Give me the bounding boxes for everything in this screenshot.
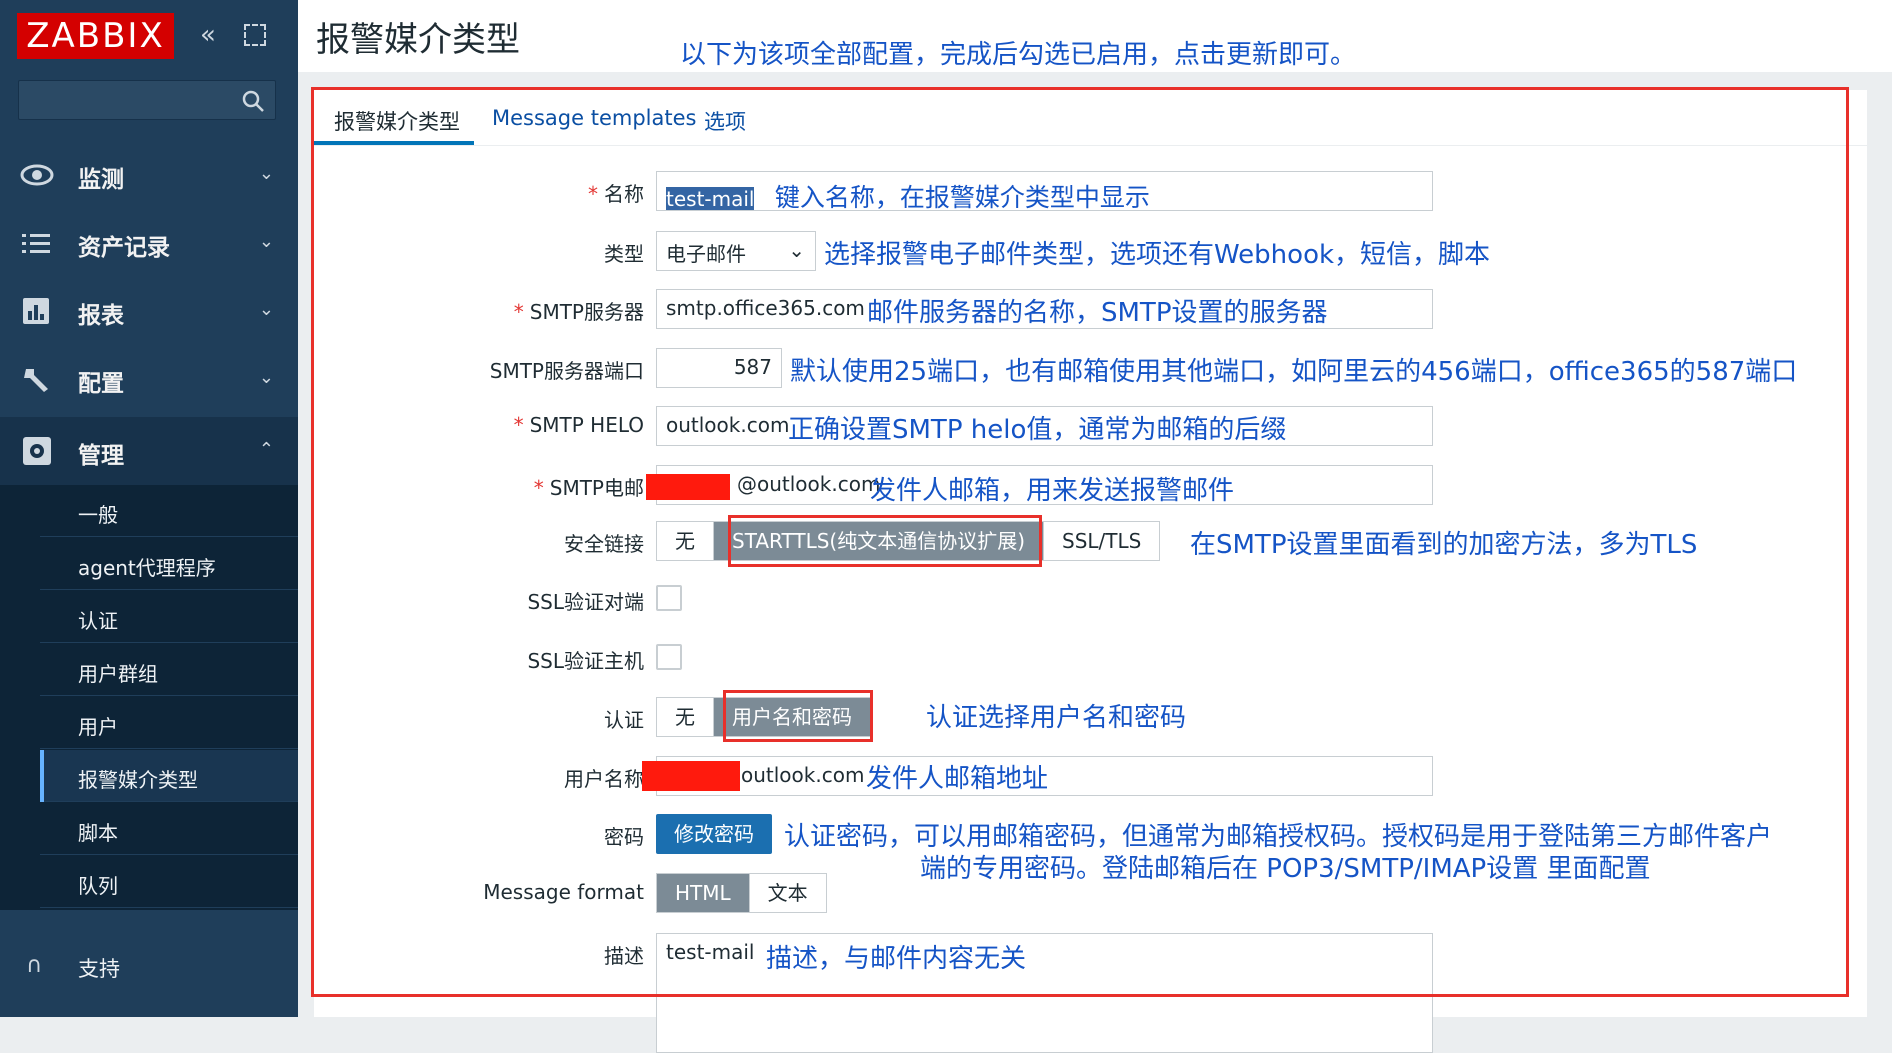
bar-chart-icon [23,298,49,324]
chevron-down-icon: ⌄ [258,299,274,320]
nav-support-label: 支持 [78,957,120,981]
submenu-user-groups[interactable]: 用户群组 [40,644,298,696]
gear-icon [23,437,51,465]
nav-monitoring-label: 监测 [78,167,124,193]
nav-monitoring[interactable]: 监测 ⌄ [0,141,298,209]
sidebar: ZABBIX « 监测 ⌄ 资产记录 ⌄ 报表 ⌄ 配置 ⌄ 管理 ⌃ 一般 a… [0,0,298,1017]
submenu-queue[interactable]: 队列 [40,856,298,908]
wrench-icon [24,369,48,392]
chevron-down-icon: ⌄ [258,231,274,252]
nav-reports-label: 报表 [78,303,124,329]
nav-reports[interactable]: 报表 ⌄ [0,277,298,345]
kiosk-mode-icon[interactable] [244,24,266,46]
nav-inventory-label: 资产记录 [78,235,170,261]
annotation-top: 以下为该项全部配置，完成后勾选已启用，点击更新即可。 [680,40,1357,70]
nav-support[interactable]: ∩ 支持 [0,935,298,995]
chevron-down-icon: ⌄ [258,367,274,388]
collapse-sidebar-icon[interactable]: « [200,22,226,48]
zabbix-logo[interactable]: ZABBIX [17,13,174,59]
submenu-general[interactable]: 一般 [40,485,298,537]
nav-configuration[interactable]: 配置 ⌄ [0,345,298,413]
submenu-authentication[interactable]: 认证 [40,591,298,643]
brand-row: ZABBIX « [0,0,298,72]
chevron-down-icon: ⌄ [258,163,274,184]
submenu-agent-proxies[interactable]: agent代理程序 [40,538,298,590]
search-icon[interactable] [241,89,265,113]
nav-administration[interactable]: 管理 ⌃ [0,417,298,485]
nav-administration-label: 管理 [78,443,124,469]
headset-icon: ∩ [26,953,43,978]
eye-icon [20,164,54,186]
page-title: 报警媒介类型 [316,20,520,60]
submenu-media-types[interactable]: 报警媒介类型 [40,750,298,802]
list-icon [22,234,50,253]
page-header: 报警媒介类型 以下为该项全部配置，完成后勾选已启用，点击更新即可。 [298,0,1892,72]
highlight-box-form [311,87,1849,997]
sidebar-search-input[interactable] [18,80,276,120]
submenu-users[interactable]: 用户 [40,697,298,749]
submenu-scripts[interactable]: 脚本 [40,803,298,855]
nav-configuration-label: 配置 [78,371,124,397]
nav-inventory[interactable]: 资产记录 ⌄ [0,209,298,277]
chevron-up-icon: ⌃ [258,439,274,460]
administration-submenu: 一般 agent代理程序 认证 用户群组 用户 报警媒介类型 脚本 队列 [0,485,298,910]
